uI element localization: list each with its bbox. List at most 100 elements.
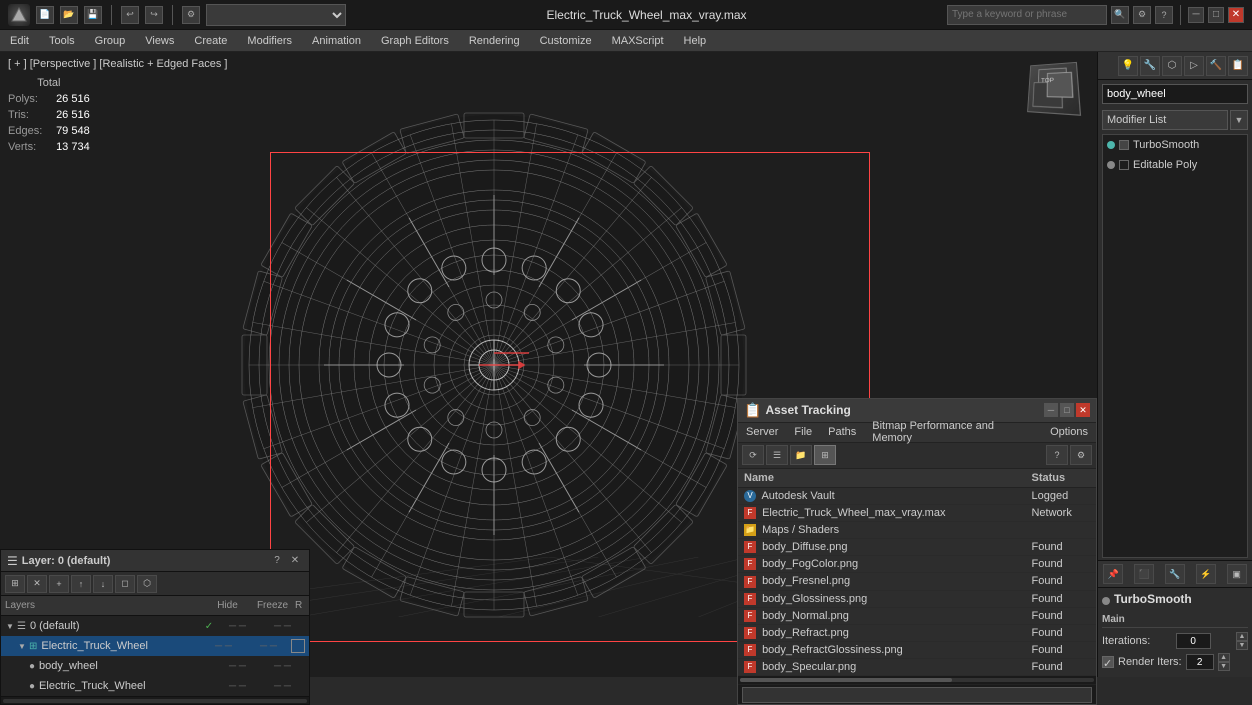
layer-move-up-icon[interactable]: ↑	[71, 575, 91, 593]
utilities-panel-icon[interactable]: 🔨	[1206, 56, 1226, 76]
asset-row[interactable]: F Electric_Truck_Wheel_max_vray.max Netw…	[738, 505, 1096, 522]
asset-row[interactable]: F body_RefractGlossiness.png Found	[738, 641, 1096, 658]
hierarchy-panel-icon[interactable]: ⬡	[1162, 56, 1182, 76]
layer-scrollbar[interactable]	[1, 696, 309, 704]
remove-modifier-btn[interactable]: 🔧	[1165, 564, 1185, 584]
layer-help-btn[interactable]: ?	[269, 553, 285, 569]
viewcube-box[interactable]: TOP	[1027, 62, 1081, 116]
asset-menu-bitmap-perf[interactable]: Bitmap Performance and Memory	[864, 423, 1042, 442]
render-iters-input[interactable]	[1186, 654, 1214, 670]
layer-expand-btn[interactable]: ▼	[17, 641, 27, 651]
search-input[interactable]	[947, 5, 1107, 25]
maximize-btn[interactable]: □	[1208, 7, 1224, 23]
menu-graph-editors[interactable]: Graph Editors	[371, 30, 459, 51]
search-icon[interactable]: 🔍	[1111, 6, 1129, 24]
layer-sel-checkbox[interactable]	[291, 639, 305, 653]
asset-tree-view-btn[interactable]: ⊞	[814, 445, 836, 465]
asset-options-btn[interactable]: ⚙	[1070, 445, 1092, 465]
undo-btn[interactable]: ↩	[121, 6, 139, 24]
asset-scrollbar[interactable]	[738, 676, 1096, 684]
settings-btn[interactable]: ⚙	[182, 6, 200, 24]
help-icon[interactable]: ?	[1155, 6, 1173, 24]
asset-row[interactable]: F body_Normal.png Found	[738, 607, 1096, 624]
asset-row[interactable]: F body_FogColor.png Found	[738, 556, 1096, 573]
mod-visibility-checkbox[interactable]	[1119, 140, 1129, 150]
modify-panel-icon[interactable]: 🔧	[1140, 56, 1160, 76]
layer-select-icon[interactable]: ◻	[115, 575, 135, 593]
workspace-selector[interactable]: Workspace: Default	[206, 4, 346, 26]
menu-group[interactable]: Group	[85, 30, 136, 51]
layer-row[interactable]: ▼ ⊞ Electric_Truck_Wheel ─ ─ ─ ─	[1, 636, 309, 656]
render-iters-down[interactable]: ▼	[1218, 662, 1230, 671]
close-btn[interactable]: ✕	[1228, 7, 1244, 23]
mod-visibility-checkbox[interactable]	[1119, 160, 1129, 170]
render-iters-checkbox[interactable]: ✓	[1102, 656, 1114, 668]
menu-maxscript[interactable]: MAXScript	[602, 30, 674, 51]
asset-row[interactable]: F body_Specular.png Found	[738, 658, 1096, 675]
asset-row[interactable]: F body_Diffuse.png Found	[738, 539, 1096, 556]
motion-panel-icon[interactable]: ▷	[1184, 56, 1204, 76]
layer-row[interactable]: ▼ ☰ 0 (default) ✓ ─ ─ ─ ─	[1, 616, 309, 636]
iterations-input[interactable]	[1176, 633, 1211, 649]
search-options-icon[interactable]: ⚙	[1133, 6, 1151, 24]
asset-menu-file[interactable]: File	[786, 423, 820, 442]
open-file-btn[interactable]: 📂	[60, 6, 78, 24]
asset-row[interactable]: F body_Glossiness.png Found	[738, 590, 1096, 607]
layer-merge-icon[interactable]: ⬡	[137, 575, 157, 593]
viewcube[interactable]: TOP	[1027, 62, 1087, 122]
pin-stack-btn[interactable]: 📌	[1103, 564, 1123, 584]
layer-row[interactable]: ● body_wheel ─ ─ ─ ─	[1, 656, 309, 676]
display-panel-icon[interactable]: 💡	[1118, 56, 1138, 76]
asset-list-view-btn[interactable]: ☰	[766, 445, 788, 465]
folder-icon: 📁	[744, 524, 756, 536]
layer-row[interactable]: ● Electric_Truck_Wheel ─ ─ ─ ─	[1, 676, 309, 696]
minimize-btn[interactable]: ─	[1188, 7, 1204, 23]
asset-folder-view-btn[interactable]: 📁	[790, 445, 812, 465]
asset-menu-paths[interactable]: Paths	[820, 423, 864, 442]
modifier-list-dropdown-btn[interactable]: ▼	[1230, 110, 1248, 130]
menu-customize[interactable]: Customize	[530, 30, 602, 51]
menu-modifiers[interactable]: Modifiers	[237, 30, 302, 51]
layer-expand-btn[interactable]: ▼	[5, 621, 15, 631]
menu-animation[interactable]: Animation	[302, 30, 371, 51]
asset-row[interactable]: F body_Fresnel.png Found	[738, 573, 1096, 590]
redo-btn[interactable]: ↪	[145, 6, 163, 24]
modifier-editable-poly[interactable]: Editable Poly	[1103, 155, 1247, 175]
asset-menu-options[interactable]: Options	[1042, 423, 1096, 442]
asset-search-input[interactable]	[742, 687, 1092, 703]
asset-tracking-panel-icon[interactable]: 📋	[1228, 56, 1248, 76]
iterations-up[interactable]: ▲	[1236, 632, 1248, 641]
make-unique-btn[interactable]: ⬛	[1134, 564, 1154, 584]
save-file-btn[interactable]: 💾	[84, 6, 102, 24]
asset-help-btn[interactable]: ?	[1046, 445, 1068, 465]
menu-rendering[interactable]: Rendering	[459, 30, 530, 51]
more-btn[interactable]: ▣	[1227, 564, 1247, 584]
render-iters-up[interactable]: ▲	[1218, 653, 1230, 662]
object-name-input[interactable]	[1102, 84, 1248, 104]
layer-new-icon[interactable]: +	[49, 575, 69, 593]
menu-edit[interactable]: Edit	[0, 30, 39, 51]
configure-btn[interactable]: ⚡	[1196, 564, 1216, 584]
asset-menu-server[interactable]: Server	[738, 423, 786, 442]
menu-views[interactable]: Views	[135, 30, 184, 51]
asset-row[interactable]: 📁 Maps / Shaders	[738, 522, 1096, 539]
layer-close-btn[interactable]: ✕	[287, 553, 303, 569]
asset-col-status[interactable]: Status	[1025, 469, 1096, 488]
asset-row[interactable]: F body_Refract.png Found	[738, 624, 1096, 641]
asset-maximize-btn[interactable]: □	[1060, 403, 1074, 417]
new-file-btn[interactable]: 📄	[36, 6, 54, 24]
app-logo	[8, 4, 30, 26]
menu-help[interactable]: Help	[674, 30, 717, 51]
asset-col-name[interactable]: Name	[738, 469, 1025, 488]
layer-add-icon[interactable]: ⊞	[5, 575, 25, 593]
menu-create[interactable]: Create	[184, 30, 237, 51]
layer-delete-icon[interactable]: ✕	[27, 575, 47, 593]
asset-row[interactable]: V Autodesk Vault Logged	[738, 487, 1096, 504]
modifier-turbosmooth[interactable]: TurboSmooth	[1103, 135, 1247, 155]
asset-close-btn[interactable]: ✕	[1076, 403, 1090, 417]
layer-move-down-icon[interactable]: ↓	[93, 575, 113, 593]
asset-refresh-btn[interactable]: ⟳	[742, 445, 764, 465]
menu-tools[interactable]: Tools	[39, 30, 85, 51]
iterations-down[interactable]: ▼	[1236, 641, 1248, 650]
asset-minimize-btn[interactable]: ─	[1044, 403, 1058, 417]
